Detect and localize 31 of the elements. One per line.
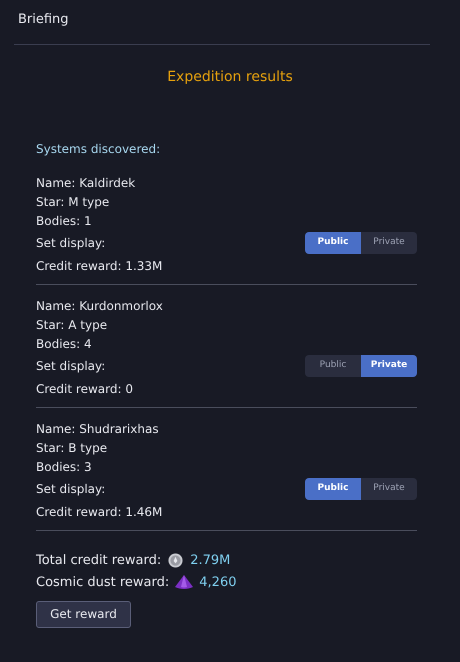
- display-option[interactable]: Public: [305, 232, 361, 254]
- display-label: Set display:: [36, 480, 106, 498]
- bodies-count: Bodies: 3: [36, 458, 93, 476]
- section-heading: Systems discovered:: [36, 140, 162, 158]
- star-type: Star: A type: [36, 316, 108, 334]
- display-option[interactable]: Private: [361, 354, 417, 376]
- bodies-count: Bodies: 4: [36, 336, 93, 352]
- page-heading: Expedition results: [167, 68, 293, 86]
- display-option[interactable]: Public: [305, 478, 361, 500]
- crystal-icon: [175, 575, 194, 590]
- display-label: Set display:: [36, 234, 106, 252]
- reward-value: 2.79M: [190, 552, 230, 570]
- system-name: Name: Kurdonmorlox: [36, 298, 164, 314]
- reward-label: Cosmic dust reward:: [36, 574, 170, 592]
- star-type: Star: B type: [36, 440, 108, 456]
- reward-label: Total credit reward:: [36, 552, 162, 570]
- bodies-count: Bodies: 1: [36, 212, 93, 230]
- system-name: Name: Shudrarixhas: [36, 420, 160, 438]
- credit-reward: Credit reward: 0: [36, 380, 134, 398]
- display-label: Set display:: [36, 358, 106, 374]
- system-name: Name: Kaldirdek: [36, 174, 136, 192]
- panel-title: Briefing: [18, 12, 69, 27]
- display-option[interactable]: Public: [305, 354, 361, 376]
- credit-reward: Credit reward: 1.46M: [36, 504, 164, 520]
- coin-icon: [168, 553, 184, 568]
- get-reward-button[interactable]: Get reward: [36, 600, 131, 628]
- star-type: Star: M type: [36, 194, 110, 210]
- reward-value: 4,260: [199, 574, 236, 592]
- display-option[interactable]: Private: [361, 232, 417, 254]
- credit-reward: Credit reward: 1.33M: [36, 258, 164, 274]
- display-option[interactable]: Private: [361, 478, 417, 500]
